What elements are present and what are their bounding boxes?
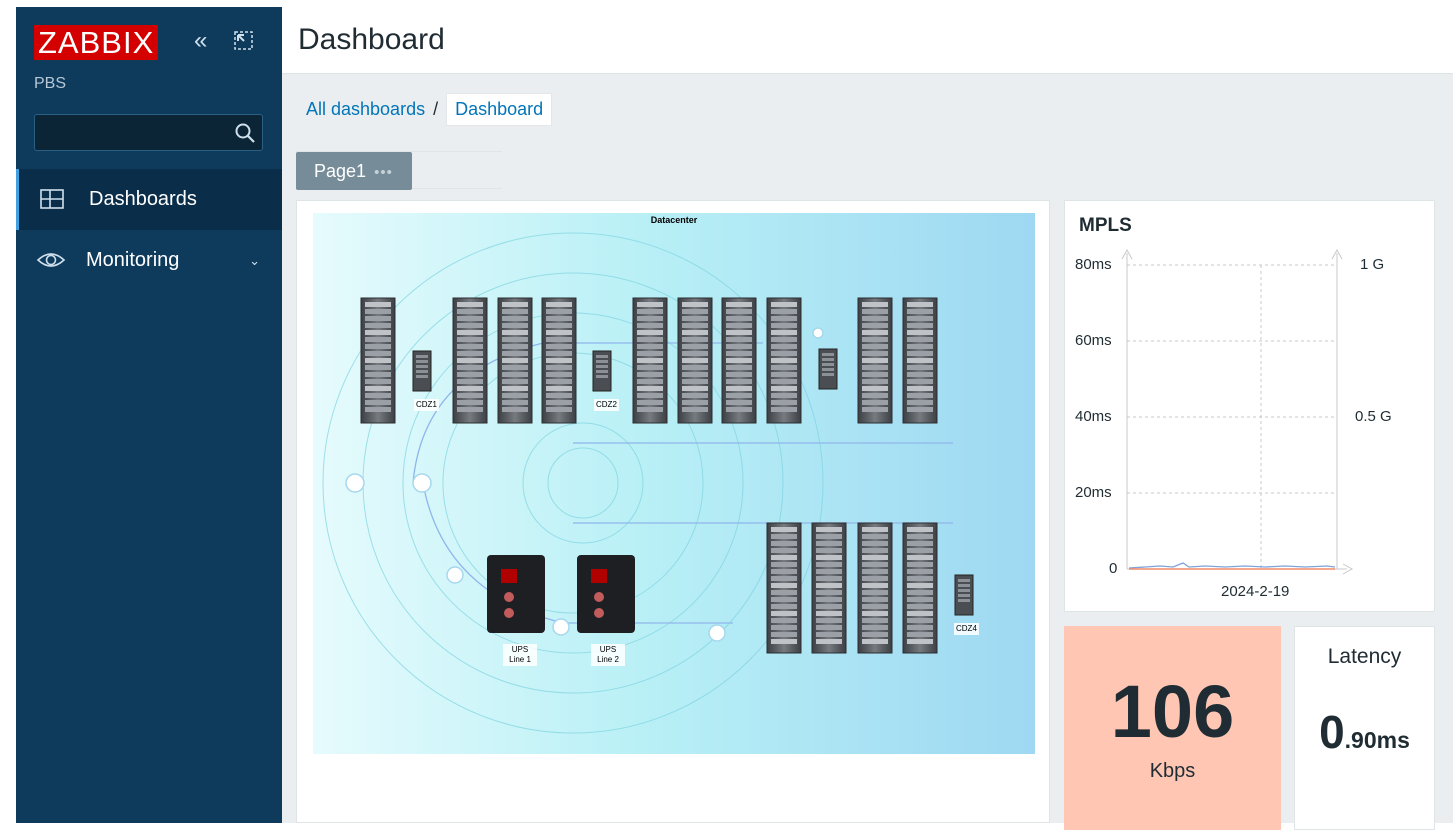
page-title: Dashboard <box>298 23 445 56</box>
server-rack-icon[interactable] <box>857 522 893 654</box>
map-title: Datacenter <box>650 215 698 225</box>
latency-series-line <box>1128 562 1336 569</box>
y2-tick-1g: 1 G <box>1360 256 1385 273</box>
breadcrumb-separator: / <box>433 98 439 119</box>
server-cdz4-icon[interactable] <box>954 574 974 616</box>
server-cdz1-icon[interactable] <box>412 350 432 392</box>
breadcrumb-current-dashboard[interactable]: Dashboard <box>446 92 553 126</box>
server-rack-icon[interactable] <box>452 297 488 424</box>
x-axis-date-label: 2024-2-19 <box>1221 583 1290 600</box>
sidebar: ZABBIX « PBS Dashboards Monitoring ⌄ <box>16 7 282 823</box>
sidebar-item-dashboards[interactable]: Dashboards <box>16 169 282 230</box>
kbps-value: 106 <box>1110 670 1235 753</box>
latency-value-int: 0 <box>1319 706 1345 758</box>
left-gutter <box>0 0 16 823</box>
tab-menu-icon[interactable]: ••• <box>374 164 393 181</box>
y-tick-0: 0 <box>1109 560 1118 577</box>
kiosk-mode-icon <box>234 31 253 50</box>
latency-title: Latency <box>1327 645 1402 668</box>
tab-label: Page1 <box>314 161 367 181</box>
page-header: Dashboard <box>282 7 1453 74</box>
latency-value: 0.90ms <box>1295 705 1434 759</box>
map-label-ups2: UPS Line 2 <box>591 644 625 666</box>
sidebar-item-label: Dashboards <box>89 188 197 210</box>
map-label-cdz1: CDZ1 <box>414 399 439 411</box>
map-label-cdz2: CDZ2 <box>594 399 619 411</box>
map-widget: Datacenter CDZ1 CDZ2 CDZ4 UPS Line 1 UPS… <box>296 200 1050 823</box>
server-rack-icon[interactable] <box>902 297 938 424</box>
map-background <box>313 213 1035 754</box>
y-tick-40ms: 40ms <box>1075 408 1112 425</box>
y-tick-80ms: 80ms <box>1075 256 1112 273</box>
double-chevron-left-icon: « <box>194 27 208 54</box>
server-name: PBS <box>34 75 67 92</box>
chevron-down-icon: ⌄ <box>249 252 260 268</box>
kbps-unit: Kbps <box>1149 760 1196 782</box>
map-label-ups1: UPS Line 1 <box>503 644 537 666</box>
dashboard-grid-icon <box>40 189 64 209</box>
dashboard-page-tabs: Page1 ••• <box>296 151 502 190</box>
datacenter-map[interactable]: Datacenter CDZ1 CDZ2 CDZ4 UPS Line 1 UPS… <box>313 213 1035 754</box>
sidebar-search[interactable] <box>34 114 263 151</box>
sidebar-item-label: Monitoring <box>86 249 180 271</box>
server-rack-icon[interactable] <box>857 297 893 424</box>
latency-unit: ms <box>1376 727 1410 753</box>
server-cdz2-icon[interactable] <box>592 350 612 392</box>
breadcrumb-all-dashboards[interactable]: All dashboards <box>306 99 425 120</box>
collapse-sidebar-button[interactable]: « <box>194 26 207 56</box>
server-rack-icon[interactable] <box>497 297 533 424</box>
y-tick-20ms: 20ms <box>1075 484 1112 501</box>
server-rack-icon[interactable] <box>766 297 802 424</box>
server-rack-icon[interactable] <box>902 522 938 654</box>
y-tick-60ms: 60ms <box>1075 332 1112 349</box>
graph-title: MPLS <box>1079 215 1132 236</box>
ups-line1-icon[interactable] <box>487 555 545 633</box>
server-rack-icon[interactable] <box>360 297 396 424</box>
server-rack-icon[interactable] <box>811 522 847 654</box>
server-icon[interactable] <box>818 348 838 390</box>
server-rack-icon[interactable] <box>766 522 802 654</box>
server-rack-icon[interactable] <box>677 297 713 424</box>
map-label-cdz4: CDZ4 <box>954 623 979 635</box>
zabbix-app: ZABBIX « PBS Dashboards Monitoring ⌄ Das… <box>0 0 1453 830</box>
zabbix-logo[interactable]: ZABBIX <box>34 25 159 60</box>
sidebar-item-monitoring[interactable]: Monitoring ⌄ <box>16 230 282 291</box>
mpls-graph-widget: MPLS 80ms 60ms 40ms 20ms 0 1 G 0.5 G 202… <box>1064 200 1435 612</box>
ups-line2-icon[interactable] <box>577 555 635 633</box>
breadcrumb: All dashboards / Dashboard <box>306 92 553 126</box>
search-input[interactable] <box>35 115 225 150</box>
tab-page1[interactable]: Page1 ••• <box>296 152 412 190</box>
main-content: Dashboard All dashboards / Dashboard Pag… <box>282 7 1453 830</box>
latency-item-value-widget[interactable]: Latency 0.90ms <box>1294 626 1435 830</box>
kiosk-mode-button[interactable] <box>234 31 253 50</box>
server-rack-icon[interactable] <box>721 297 757 424</box>
eye-icon <box>36 253 66 267</box>
server-rack-icon[interactable] <box>632 297 668 424</box>
y2-tick-0-5g: 0.5 G <box>1355 408 1392 425</box>
search-icon[interactable] <box>234 122 256 144</box>
latency-value-dec: .90 <box>1344 727 1377 753</box>
server-rack-icon[interactable] <box>541 297 577 424</box>
kbps-item-value-widget[interactable]: 106 Kbps <box>1064 626 1281 830</box>
